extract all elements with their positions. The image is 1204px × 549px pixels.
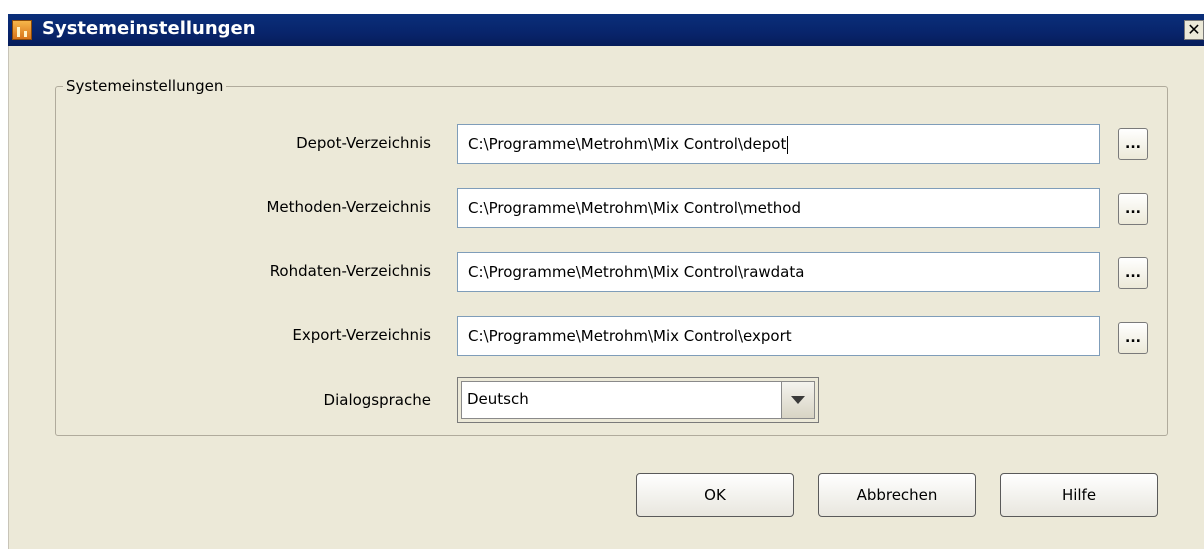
cancel-button[interactable]: Abbrechen <box>818 473 976 517</box>
group-title: Systemeinstellungen <box>63 77 227 95</box>
app-icon <box>12 20 32 40</box>
method-directory-label: Methoden-Verzeichnis <box>266 198 431 216</box>
dialog-language-value: Deutsch <box>467 390 529 408</box>
title-bar[interactable]: Systemeinstellungen ✕ <box>8 14 1204 46</box>
dialog-language-field[interactable]: Deutsch <box>461 381 815 419</box>
method-directory-input[interactable]: C:\Programme\Metrohm\Mix Control\method <box>457 188 1100 228</box>
depot-directory-input[interactable]: C:\Programme\Metrohm\Mix Control\depot <box>457 124 1100 164</box>
export-directory-input[interactable]: C:\Programme\Metrohm\Mix Control\export <box>457 316 1100 356</box>
text-cursor <box>787 135 789 154</box>
window-title: Systemeinstellungen <box>42 18 256 39</box>
help-button[interactable]: Hilfe <box>1000 473 1158 517</box>
export-directory-label: Export-Verzeichnis <box>292 326 431 344</box>
chevron-down-icon[interactable] <box>781 382 814 418</box>
depot-directory-label: Depot-Verzeichnis <box>296 134 431 152</box>
method-directory-browse-button[interactable]: ... <box>1118 193 1148 225</box>
dialog-language-select[interactable]: Deutsch <box>457 377 819 423</box>
export-directory-browse-button[interactable]: ... <box>1118 322 1148 354</box>
dialog-language-label: Dialogsprache <box>323 391 431 409</box>
rawdata-directory-browse-button[interactable]: ... <box>1118 257 1148 289</box>
rawdata-directory-label: Rohdaten-Verzeichnis <box>269 262 431 280</box>
close-button[interactable]: ✕ <box>1184 20 1204 40</box>
depot-directory-value: C:\Programme\Metrohm\Mix Control\depot <box>468 135 787 153</box>
rawdata-directory-input[interactable]: C:\Programme\Metrohm\Mix Control\rawdata <box>457 252 1100 292</box>
ok-button[interactable]: OK <box>636 473 794 517</box>
depot-directory-browse-button[interactable]: ... <box>1118 128 1148 160</box>
